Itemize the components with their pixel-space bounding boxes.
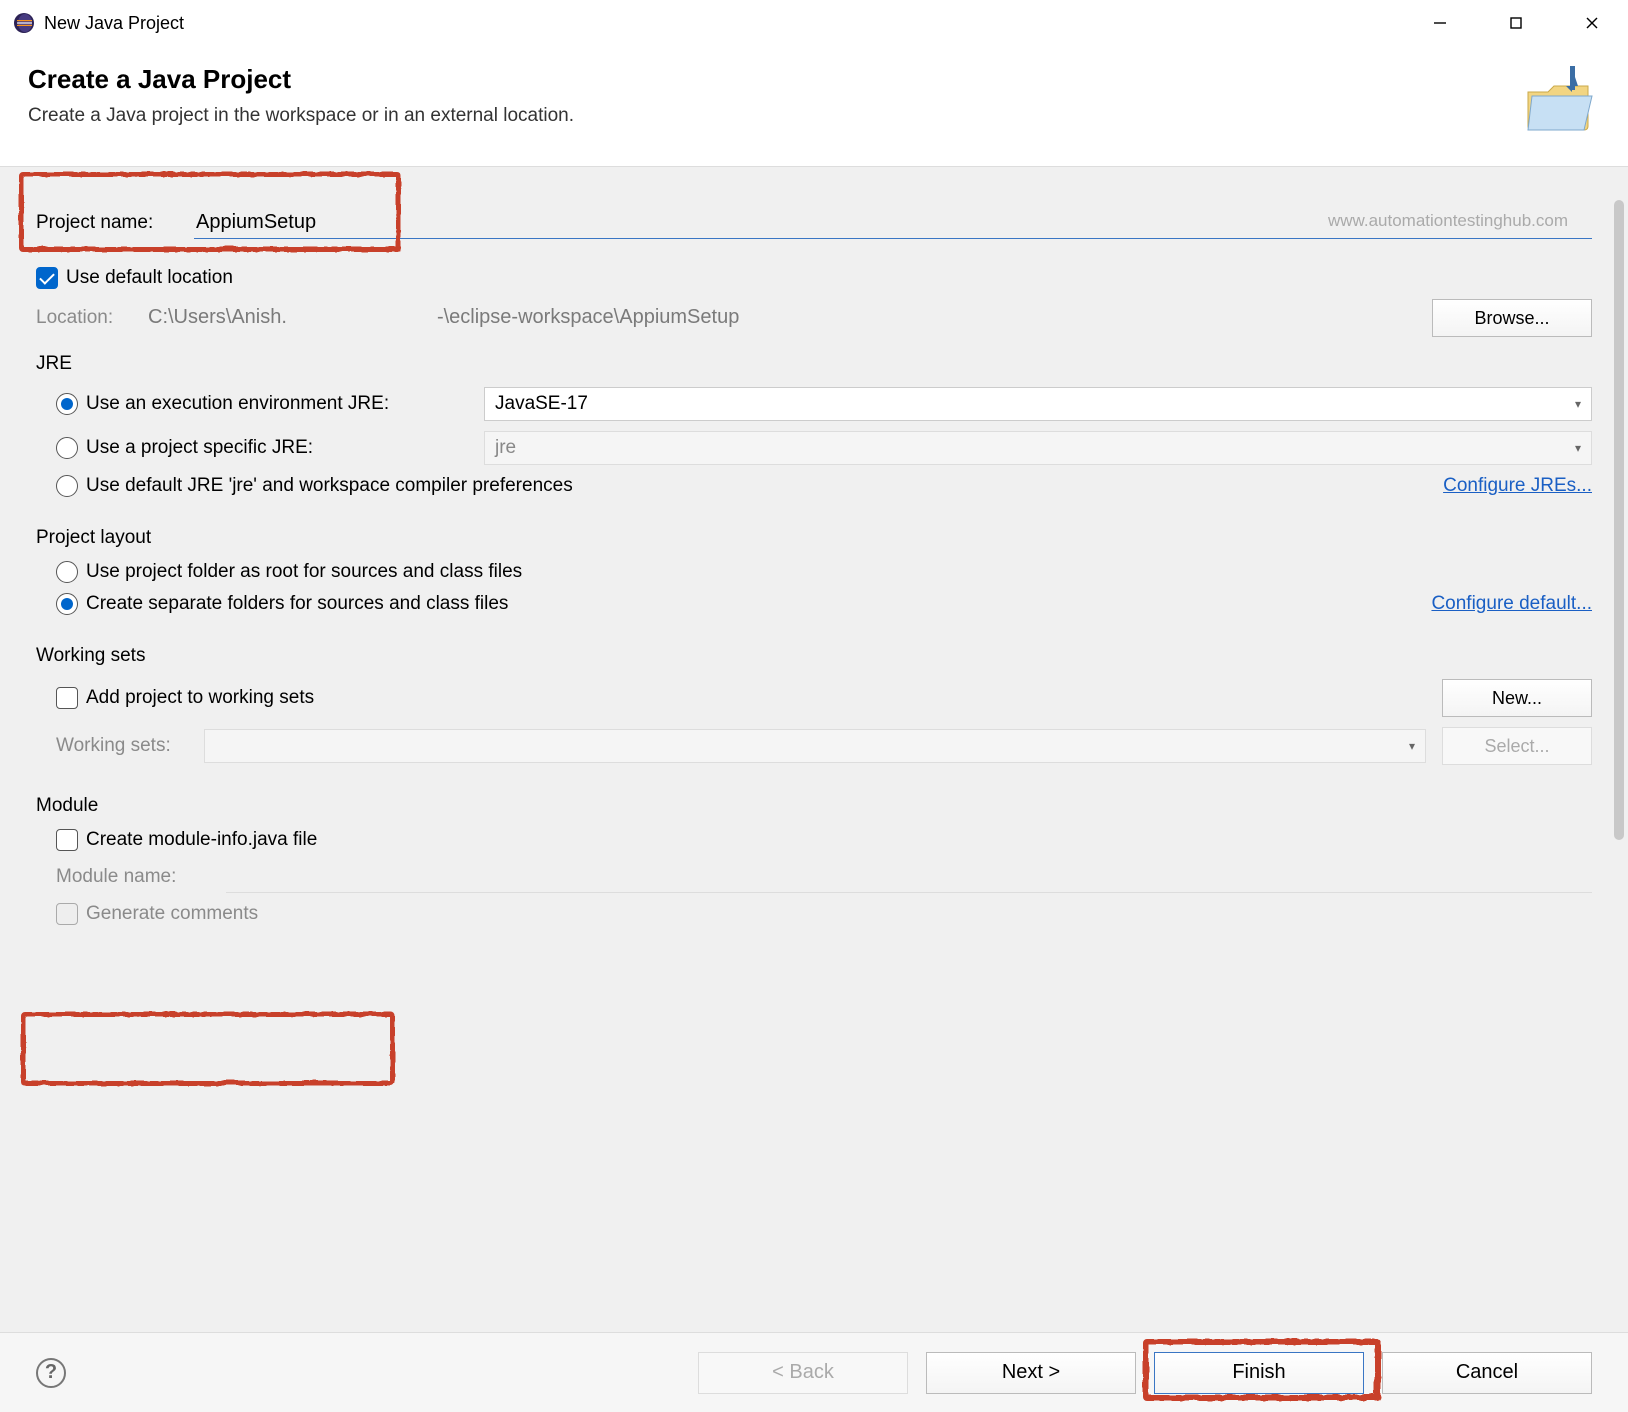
window-title: New Java Project xyxy=(44,13,1416,34)
working-sets-label: Working sets: xyxy=(56,735,204,757)
module-name-label: Module name: xyxy=(56,866,226,888)
working-sets-group-label: Working sets xyxy=(36,645,1592,667)
configure-default-link[interactable]: Configure default... xyxy=(1431,593,1592,615)
scrollbar[interactable] xyxy=(1614,200,1624,840)
generate-comments-checkbox xyxy=(56,903,78,925)
jre-project-specific-select: jre▾ xyxy=(484,431,1592,465)
location-input xyxy=(146,302,1416,334)
browse-button[interactable]: Browse... xyxy=(1432,299,1592,337)
select-working-set-button: Select... xyxy=(1442,727,1592,765)
chevron-down-icon: ▾ xyxy=(1575,397,1581,411)
eclipse-icon xyxy=(12,11,36,35)
wizard-header: Create a Java Project Create a Java proj… xyxy=(0,46,1628,167)
chevron-down-icon: ▾ xyxy=(1409,739,1415,753)
close-button[interactable] xyxy=(1568,3,1616,43)
module-name-input xyxy=(226,861,1592,893)
layout-separate-radio[interactable] xyxy=(56,593,78,615)
jre-default-radio[interactable] xyxy=(56,475,78,497)
new-working-set-button[interactable]: New... xyxy=(1442,679,1592,717)
back-button: < Back xyxy=(698,1352,908,1394)
annotation-highlight xyxy=(20,1011,394,1085)
finish-button[interactable]: Finish xyxy=(1154,1352,1364,1394)
location-label: Location: xyxy=(36,307,146,329)
titlebar: New Java Project xyxy=(0,0,1628,46)
wizard-footer: ? < Back Next > Finish Cancel xyxy=(0,1332,1628,1412)
jre-project-specific-radio[interactable] xyxy=(56,437,78,459)
create-module-info-label: Create module-info.java file xyxy=(86,829,317,851)
create-module-info-checkbox[interactable] xyxy=(56,829,78,851)
watermark: www.automationtestinghub.com xyxy=(1328,211,1568,231)
use-default-location-checkbox[interactable] xyxy=(36,267,58,289)
layout-root-radio[interactable] xyxy=(56,561,78,583)
add-to-working-sets-checkbox[interactable] xyxy=(56,687,78,709)
help-icon[interactable]: ? xyxy=(36,1358,66,1388)
jre-execution-env-radio[interactable] xyxy=(56,393,78,415)
layout-group-label: Project layout xyxy=(36,527,1592,549)
jre-default-label: Use default JRE 'jre' and workspace comp… xyxy=(86,475,1443,497)
chevron-down-icon: ▾ xyxy=(1575,441,1581,455)
jre-project-specific-label: Use a project specific JRE: xyxy=(86,437,484,459)
maximize-button[interactable] xyxy=(1492,3,1540,43)
jre-execution-env-select[interactable]: JavaSE-17▾ xyxy=(484,387,1592,421)
jre-group-label: JRE xyxy=(36,353,1592,375)
minimize-button[interactable] xyxy=(1416,3,1464,43)
working-sets-select: ▾ xyxy=(204,729,1426,763)
jre-execution-env-label: Use an execution environment JRE: xyxy=(86,393,484,415)
project-name-label: Project name: xyxy=(36,212,194,234)
next-button[interactable]: Next > xyxy=(926,1352,1136,1394)
module-group-label: Module xyxy=(36,795,1592,817)
layout-separate-label: Create separate folders for sources and … xyxy=(86,593,1431,615)
folder-java-icon xyxy=(1520,64,1600,144)
generate-comments-label: Generate comments xyxy=(86,903,258,925)
configure-jres-link[interactable]: Configure JREs... xyxy=(1443,475,1592,497)
page-title: Create a Java Project xyxy=(28,64,1520,95)
layout-root-label: Use project folder as root for sources a… xyxy=(86,561,522,583)
use-default-location-label: Use default location xyxy=(66,267,233,289)
wizard-body: www.automationtestinghub.com Project nam… xyxy=(0,167,1628,1335)
cancel-button[interactable]: Cancel xyxy=(1382,1352,1592,1394)
add-to-working-sets-label: Add project to working sets xyxy=(86,687,1442,709)
page-subtitle: Create a Java project in the workspace o… xyxy=(28,105,1520,127)
